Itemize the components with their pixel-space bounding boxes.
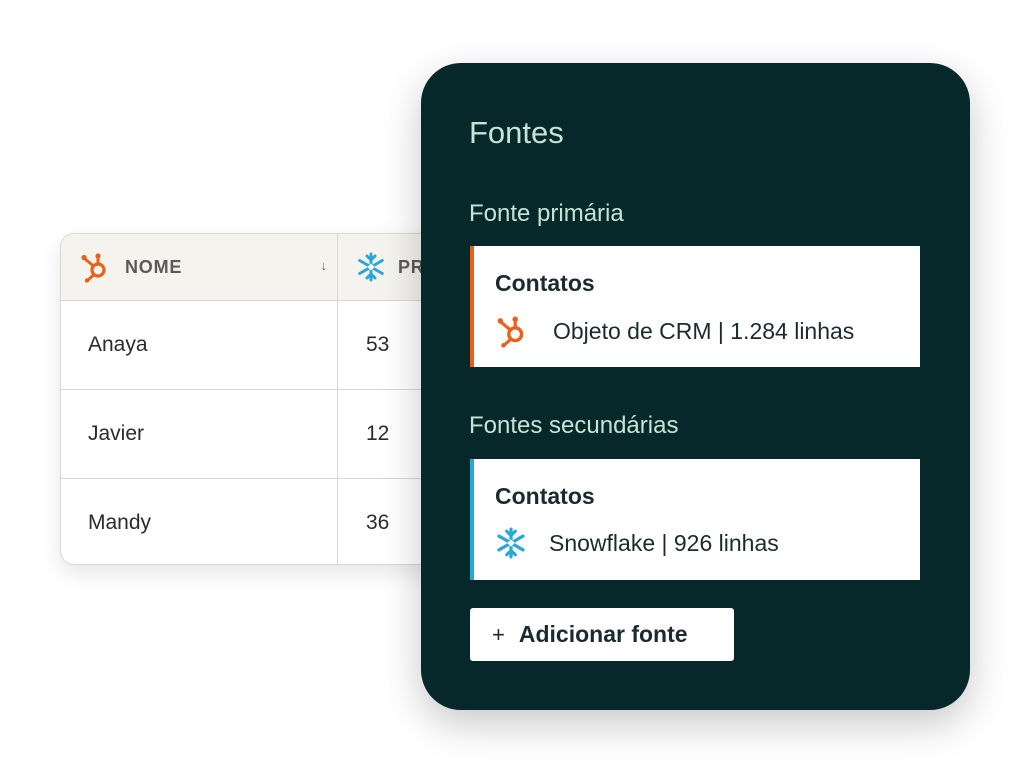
sort-arrow-icon[interactable]: ↓ [321, 258, 328, 273]
source-card-title: Contatos [495, 270, 595, 296]
hubspot-icon [79, 251, 111, 283]
source-card-detail: Objeto de CRM | 1.284 linhas [553, 317, 855, 344]
add-source-label: Adicionar fonte [518, 621, 688, 647]
cell-name: Anaya [61, 301, 338, 389]
cell-name: Mandy [61, 479, 338, 564]
source-card-detail-row: Objeto de CRM | 1.284 linhas [495, 314, 854, 348]
sources-panel: Fontes Fonte primária Contatos Objeto de… [421, 63, 970, 710]
source-card-detail-row: Snowflake | 926 linhas [495, 527, 779, 559]
add-source-button[interactable]: + Adicionar fonte [470, 608, 734, 661]
snowflake-icon [356, 252, 386, 282]
secondary-source-card[interactable]: Contatos Snowflake | 926 linhas [470, 459, 920, 580]
source-card-title: Contatos [495, 483, 595, 509]
table-row[interactable]: Javier 12 [61, 390, 479, 479]
source-card-detail: Snowflake | 926 linhas [549, 529, 779, 556]
cell-name: Javier [61, 390, 338, 478]
plus-icon: + [492, 621, 505, 647]
data-table: NOME ↓ PR Anaya 53 Javier 12 Mandy 36 [60, 233, 480, 565]
primary-source-heading: Fonte primária [469, 200, 624, 227]
hubspot-icon [495, 314, 529, 348]
column-label-nome: NOME [125, 256, 183, 277]
snowflake-icon [495, 527, 527, 559]
column-header-nome[interactable]: NOME ↓ [61, 234, 338, 300]
panel-title: Fontes [469, 115, 564, 150]
table-row[interactable]: Mandy 36 [61, 479, 479, 564]
secondary-sources-heading: Fontes secundárias [469, 412, 679, 439]
primary-source-card[interactable]: Contatos Objeto de CRM | 1.284 linhas [470, 246, 920, 367]
table-header-row: NOME ↓ PR [61, 234, 479, 301]
table-row[interactable]: Anaya 53 [61, 301, 479, 390]
